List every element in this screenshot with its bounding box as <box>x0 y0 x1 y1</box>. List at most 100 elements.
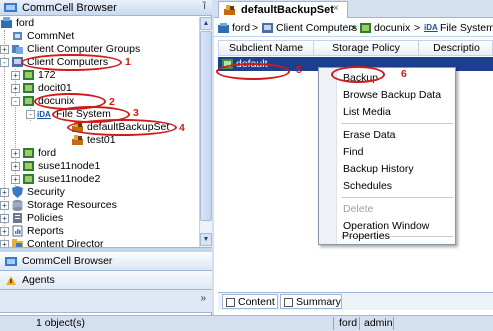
expand-icon[interactable]: + <box>0 227 9 236</box>
collapse-icon[interactable]: - <box>11 97 20 106</box>
nav-button-agents[interactable]: Agents <box>0 271 212 290</box>
agents-icon <box>6 276 16 285</box>
summary-icon <box>284 298 293 307</box>
menu-item-backup-history[interactable]: Backup History <box>343 161 414 177</box>
commcell-tree: ford CommNet + Client Computer Groups - … <box>0 17 198 247</box>
client-icon <box>23 174 34 184</box>
backupset-icon <box>72 135 83 145</box>
status-host: ford <box>339 317 358 329</box>
tree-node-label: ford <box>16 17 35 29</box>
expand-icon[interactable]: + <box>11 71 20 80</box>
menu-separator <box>341 123 453 124</box>
tree-node-label: ford <box>38 147 57 159</box>
pin-icon[interactable]: ȉ <box>203 1 206 12</box>
commcell-browser-pane: CommCell Browser ȉ ford CommNet + Client… <box>0 0 212 315</box>
status-object-count: 1 object(s) <box>36 317 86 329</box>
chevron-right-icon[interactable]: » <box>200 293 206 304</box>
content-icon <box>226 298 235 307</box>
annotation-number: 5 <box>296 64 302 76</box>
breadcrumb-item-docunix[interactable]: docunix <box>374 19 410 36</box>
breadcrumb-item-file-system[interactable]: File System <box>440 19 493 36</box>
breadcrumb-separator: > <box>252 22 259 34</box>
commcell-icon <box>218 23 229 33</box>
expand-icon[interactable]: + <box>11 149 20 158</box>
annotation-ellipse <box>21 54 122 71</box>
commcell-browser-title: CommCell Browser <box>22 2 117 14</box>
nav-button-commcell-browser[interactable]: CommCell Browser <box>0 252 212 271</box>
annotation-number: 1 <box>125 56 131 68</box>
column-header-storage-policy[interactable]: Storage Policy <box>314 41 419 56</box>
status-divider <box>393 317 394 330</box>
tree-node-label: suse11node1 <box>38 160 101 172</box>
commcell-browser-icon <box>5 257 17 266</box>
tree-node-label: Policies <box>27 212 64 224</box>
column-header-description[interactable]: Descriptio <box>419 41 493 56</box>
menu-item-list-media[interactable]: List Media <box>343 104 391 120</box>
status-user: admin <box>364 317 393 329</box>
tab-content[interactable]: Content <box>222 294 278 309</box>
tree-node-label: test01 <box>87 134 116 146</box>
menu-gutter <box>319 68 337 244</box>
security-icon <box>12 186 23 198</box>
annotation-number: 3 <box>133 107 139 119</box>
tab-label: defaultBackupSet <box>241 4 334 16</box>
menu-separator <box>341 197 453 198</box>
expand-icon[interactable]: + <box>0 201 9 210</box>
client-icon <box>23 70 34 80</box>
breadcrumb-item-client-computers[interactable]: Client Computers <box>276 19 357 36</box>
breadcrumb-separator: > <box>350 22 357 34</box>
expand-icon[interactable]: + <box>0 240 9 247</box>
tree-node-label: CommNet <box>27 30 75 42</box>
expand-icon[interactable]: + <box>0 214 9 223</box>
expand-icon[interactable]: + <box>11 175 20 184</box>
collapse-icon[interactable]: - <box>0 58 9 67</box>
expand-icon[interactable]: + <box>0 45 9 54</box>
annotation-ellipse <box>67 119 177 136</box>
nav-button-label: Agents <box>22 274 55 286</box>
tree-node-label: suse11node2 <box>38 173 101 185</box>
client-icon <box>23 148 34 158</box>
breadcrumb-separator: > <box>414 22 421 34</box>
menu-item-find[interactable]: Find <box>343 144 363 160</box>
commcell-browser-titlebar: CommCell Browser ȉ <box>0 0 212 16</box>
tree-scrollbar[interactable]: ▲ ▼ <box>199 17 212 247</box>
menu-item-schedules[interactable]: Schedules <box>343 178 392 194</box>
menu-item-erase-data[interactable]: Erase Data <box>343 127 396 143</box>
tree-node-label: Security <box>27 186 65 198</box>
annotation-number: 4 <box>179 122 185 134</box>
scroll-up-icon[interactable]: ▲ <box>200 17 212 30</box>
nav-overflow-bar: » <box>0 290 212 313</box>
storage-icon <box>12 200 23 211</box>
client-groups-icon <box>12 45 23 54</box>
client-icon <box>23 161 34 171</box>
breadcrumb-item-ford[interactable]: ford <box>232 19 250 36</box>
tab-label: Summary <box>296 296 341 308</box>
tab-strip: defaultBackupSet × <box>214 0 493 18</box>
tab-default-backupset[interactable]: defaultBackupSet × <box>218 1 348 18</box>
menu-item-properties[interactable]: Properties <box>342 228 390 244</box>
backupset-icon <box>224 5 235 15</box>
client-icon <box>360 23 371 33</box>
expand-icon[interactable]: + <box>11 84 20 93</box>
collapse-icon[interactable]: - <box>26 110 35 119</box>
idataagent-icon: iDA <box>424 23 438 32</box>
close-icon[interactable]: × <box>333 3 339 14</box>
tab-summary[interactable]: Summary <box>280 294 342 309</box>
commcell-icon <box>1 17 12 28</box>
tree-node-label: Storage Resources <box>27 199 117 211</box>
column-header-subclient-name[interactable]: Subclient Name <box>219 41 314 56</box>
menu-item-browse-backup-data[interactable]: Browse Backup Data <box>343 87 441 103</box>
menu-item-delete: Delete <box>343 203 374 215</box>
expand-icon[interactable]: + <box>11 162 20 171</box>
bottom-tab-strip: Content Summary <box>218 292 493 310</box>
expand-icon[interactable]: + <box>0 188 9 197</box>
scroll-down-icon[interactable]: ▼ <box>200 233 212 246</box>
annotation-ellipse <box>216 63 290 80</box>
breadcrumb: ford > Client Computers > docunix > iDA … <box>214 19 493 37</box>
commcell-browser-icon <box>4 3 17 12</box>
tree-node-label: Content Director <box>27 238 104 247</box>
commnet-icon <box>13 32 22 40</box>
policies-icon <box>13 213 22 223</box>
annotation-ellipse <box>331 66 385 83</box>
scroll-thumb[interactable] <box>200 31 212 221</box>
